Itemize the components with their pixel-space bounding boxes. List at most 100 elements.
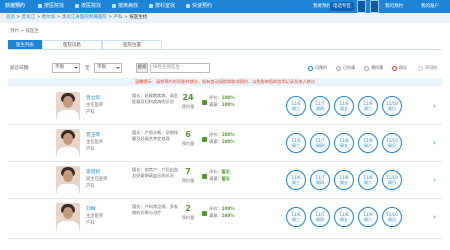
chevron-down-icon xyxy=(116,67,120,69)
slot-day-5[interactable]: 11/10 周日 xyxy=(382,133,402,153)
legend-full: 已约满 xyxy=(336,63,355,73)
thumbs-up-icon xyxy=(202,211,207,216)
notice-banner: 温馨提示：请按预约时间准时就诊，如有变动请提前取消预约，以免影响您的信用记录及他… xyxy=(8,78,442,86)
hospital-icon xyxy=(38,4,42,8)
doctor-specialty: 擅长：产科常见病、多发病的诊断与治疗 xyxy=(132,204,179,215)
date-from-select[interactable]: 不限 xyxy=(52,63,80,73)
evaluation: 评价：暂无 满意：暂无 xyxy=(209,169,230,181)
slot-day-2[interactable]: 11/7 周四 xyxy=(310,170,330,190)
legend-available: 可预约 xyxy=(308,63,327,73)
nav-item-hospital[interactable]: 按医院找 xyxy=(37,0,64,13)
slot-day-4[interactable]: 11/9 周六 xyxy=(358,133,378,153)
search-input[interactable]: 按姓名搜医生 xyxy=(150,63,210,73)
slot-day-1[interactable]: 11/6 周三 xyxy=(286,207,306,227)
slot-day-2[interactable]: 11/7 周四 xyxy=(310,133,330,153)
nav-item-hospital-2[interactable]: 按医院找 xyxy=(74,0,101,13)
avatar[interactable] xyxy=(56,203,80,231)
evaluation: 评价：100% 满意：100% xyxy=(209,95,235,107)
breadcrumb-city[interactable]: 哈尔滨 xyxy=(42,15,56,20)
breadcrumb-current: 按医生找 xyxy=(129,15,148,20)
doctor-dept: 产科 xyxy=(86,110,95,115)
doctor-title: 主任医师 xyxy=(86,103,104,108)
department-icon xyxy=(149,4,153,8)
my-account-button[interactable]: 我的账户 xyxy=(418,2,442,11)
evaluation: 评价：100% 满意：100% xyxy=(209,206,235,218)
slot-day-3[interactable]: 11/8 周五 xyxy=(334,170,354,190)
quick-icon xyxy=(186,4,190,8)
booking-count: 2 xyxy=(185,204,191,213)
breadcrumb-hospital[interactable]: 黑龙江省医院附属医院 xyxy=(62,15,107,20)
doctor-specialty: 擅长：产前诊断、孕期保健及妊娠合并症处理 xyxy=(132,130,179,141)
chevron-down-icon xyxy=(74,67,78,69)
avatar[interactable] xyxy=(56,166,80,194)
doctor-name[interactable]: 李绍初 xyxy=(86,169,100,175)
slot-day-3[interactable]: 11/8 周五 xyxy=(334,133,354,153)
thumbs-up-icon xyxy=(202,174,207,179)
booking-count-label: 预约量 xyxy=(181,104,195,109)
doctor-row: 曾玉琴 主任医师 产科 擅长：产前诊断、孕期保健及妊娠合并症处理 6 预约量 评… xyxy=(8,125,442,162)
doctor-dept: 产科 xyxy=(86,184,95,189)
chevron-right-icon[interactable]: › xyxy=(433,213,436,221)
slot-day-5[interactable]: 11/10 周日 xyxy=(382,207,402,227)
booking-count: 24 xyxy=(182,93,194,102)
booking-count-label: 预约量 xyxy=(181,215,195,220)
booking-count-label: 预约量 xyxy=(181,141,195,146)
filter-bar: 就诊日期: 不限 至 不限 搜索 按姓名搜医生 可预约 已约满 预约满 停诊 不… xyxy=(8,62,442,75)
breadcrumb-dept[interactable]: 产科 xyxy=(114,15,123,20)
doctor-name[interactable]: 曾立华 xyxy=(86,95,100,101)
nav-item-quick[interactable]: 快速预约 xyxy=(185,0,212,13)
slot-icon xyxy=(336,66,341,71)
phone-icon xyxy=(357,0,366,13)
doctor-dept: 产科 xyxy=(86,147,95,152)
slot-icon xyxy=(364,66,369,71)
page: 快速预约 按医院找 按医院找 按疾病找 按科室找 快速预约 我要预约 电话专区 … xyxy=(0,0,450,250)
slot-icon xyxy=(392,66,397,71)
slot-day-2[interactable]: 11/7 周四 xyxy=(310,96,330,116)
slot-day-1[interactable]: 11/6 周三 xyxy=(286,96,306,116)
breadcrumb-home[interactable]: 首页 xyxy=(6,15,15,20)
doctor-specialty: 擅长：妊娠期疾病、高危妊娠及妇科疾病的诊治 xyxy=(132,93,179,104)
doctor-dept: 产科 xyxy=(86,221,95,226)
slot-day-2[interactable]: 11/7 周四 xyxy=(310,207,330,227)
top-nav: 快速预约 按医院找 按医院找 按疾病找 按科室找 快速预约 我要预约 电话专区 … xyxy=(0,0,450,13)
doctor-row: 刘琳 主治医师 产科 擅长：产科常见病、多发病的诊断与治疗 2 预约量 评价：1… xyxy=(8,199,442,239)
legend-stopped: 停诊 xyxy=(392,63,407,73)
doctor-title: 主任医师 xyxy=(86,140,104,145)
doctor-title: 副主任医师 xyxy=(86,177,108,182)
slot-day-4[interactable]: 11/9 周六 xyxy=(358,96,378,116)
avatar[interactable] xyxy=(56,92,80,120)
date-to-label: 至 xyxy=(85,66,90,71)
legend-booked: 预约满 xyxy=(364,63,383,73)
hospital-icon xyxy=(75,4,79,8)
nav-item-disease[interactable]: 按疾病找 xyxy=(111,0,138,13)
doctor-name[interactable]: 曾玉琴 xyxy=(86,132,100,138)
chevron-right-icon[interactable]: › xyxy=(433,139,436,147)
slot-day-1[interactable]: 11/6 周三 xyxy=(286,133,306,153)
avatar[interactable] xyxy=(56,129,80,157)
evaluation: 评价：100% 满意：100% xyxy=(209,132,235,144)
search-button[interactable]: 搜索 xyxy=(136,63,148,73)
logo[interactable]: 快速预约 xyxy=(5,2,25,9)
date-to-select[interactable]: 不限 xyxy=(94,63,122,73)
my-booking-button[interactable]: 我的预约 xyxy=(382,2,406,11)
slot-day-4[interactable]: 11/9 周六 xyxy=(358,170,378,190)
chevron-right-icon[interactable]: › xyxy=(433,102,436,110)
slot-day-3[interactable]: 11/8 周五 xyxy=(334,96,354,116)
booking-count-label: 预约量 xyxy=(181,178,195,183)
slot-day-5[interactable]: 11/10 周日 xyxy=(382,96,402,116)
doctor-name[interactable]: 刘琳 xyxy=(86,206,95,212)
doctor-specialty: 擅长：剖宫产、产后出血及妊娠期高血压的诊治 xyxy=(132,167,179,178)
slot-day-5[interactable]: 11/10 周日 xyxy=(382,170,402,190)
chevron-right-icon[interactable]: › xyxy=(433,176,436,184)
nav-item-department[interactable]: 按科室找 xyxy=(148,0,175,13)
phone-icon xyxy=(370,0,379,13)
doctor-title: 主治医师 xyxy=(86,214,104,219)
slot-day-4[interactable]: 11/9 周六 xyxy=(358,207,378,227)
slot-day-1[interactable]: 11/6 周三 xyxy=(286,170,306,190)
slot-day-3[interactable]: 11/8 周五 xyxy=(334,207,354,227)
page-subtitle: 预约 > 按医生 xyxy=(10,29,40,34)
doctor-row: 曾立华 主任医师 产科 擅长：妊娠期疾病、高危妊娠及妇科疾病的诊治 24 预约量… xyxy=(8,88,442,125)
breadcrumb-province[interactable]: 黑龙江 xyxy=(22,15,36,20)
doctor-row: 李绍初 副主任医师 产科 擅长：剖宫产、产后出血及妊娠期高血压的诊治 7 预约量… xyxy=(8,162,442,199)
breadcrumb: 首页 > 黑龙江 > 哈尔滨 > 黑龙江省医院附属医院 > 产科 > 按医生找 xyxy=(0,13,450,23)
